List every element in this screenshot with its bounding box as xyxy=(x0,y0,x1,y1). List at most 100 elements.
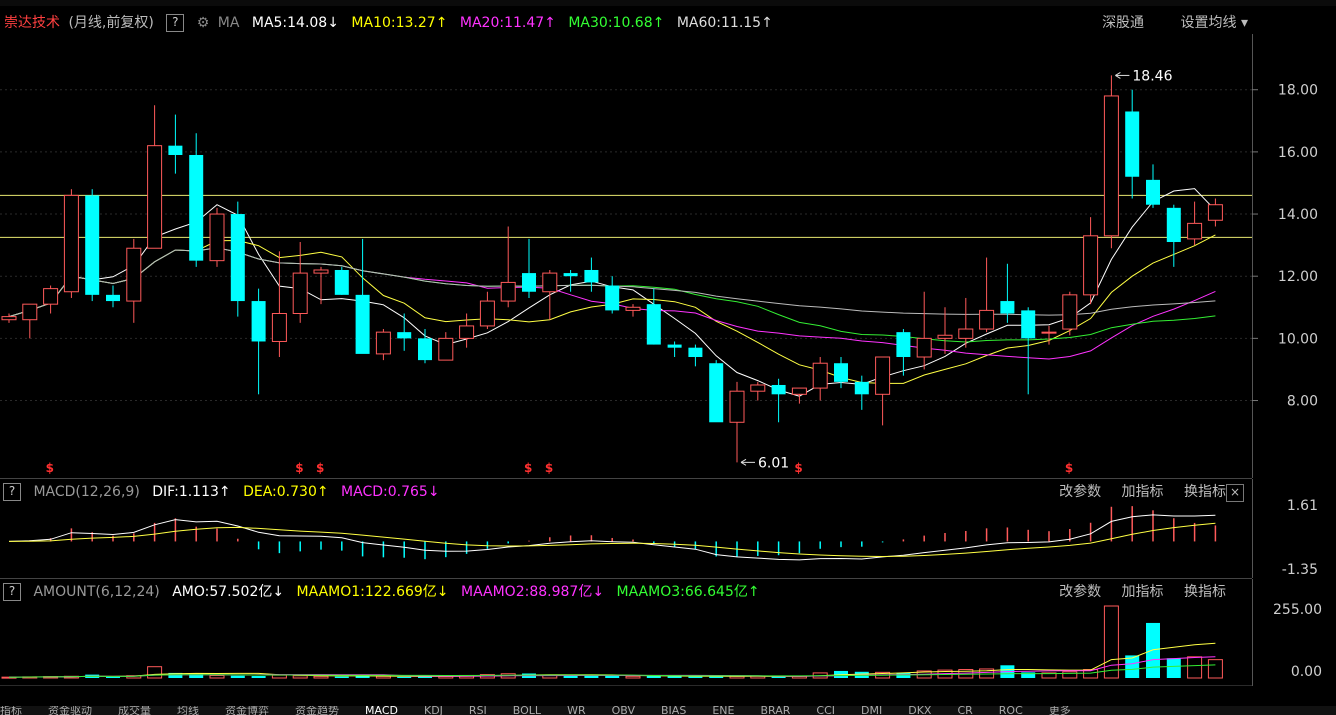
bottom-tab[interactable]: BIAS xyxy=(661,706,686,715)
candle-body xyxy=(85,195,100,295)
bottom-tab[interactable]: WR xyxy=(567,706,586,715)
candle-body xyxy=(750,384,766,392)
bottom-tab[interactable]: 资金博弈 xyxy=(225,706,269,715)
high-label: 18.46 xyxy=(1132,68,1172,84)
volume-bar xyxy=(1103,605,1119,679)
price-tick-label: 16.00 xyxy=(1278,145,1318,161)
amount-axis-top: 255.00 xyxy=(1273,602,1322,618)
volume-bar xyxy=(1166,658,1181,678)
bottom-tab[interactable]: 成交量 xyxy=(118,706,151,715)
candle-body xyxy=(979,309,995,330)
dividend-marker-icon: $ xyxy=(545,461,553,475)
candle-body xyxy=(1083,235,1099,296)
candle-body xyxy=(791,387,807,395)
price-tick-label: 10.00 xyxy=(1278,331,1318,347)
candle-body xyxy=(22,303,38,321)
dividend-marker-icon: $ xyxy=(316,461,324,475)
price-tick-label: 8.00 xyxy=(1287,394,1318,410)
candle-body xyxy=(292,272,308,314)
bottom-tab[interactable]: RSI xyxy=(469,706,487,715)
candle-body xyxy=(563,273,578,277)
dividend-marker-icon: $ xyxy=(295,461,303,475)
candle-body xyxy=(375,331,391,355)
volume-bar xyxy=(1207,659,1223,679)
price-tick-label: 18.00 xyxy=(1278,83,1318,99)
candle-body xyxy=(479,300,495,327)
volume-bar xyxy=(251,676,266,678)
amount-axis-bottom: 0.00 xyxy=(1291,664,1322,680)
bottom-tab[interactable]: KDJ xyxy=(424,706,443,715)
bottom-tab[interactable]: DKX xyxy=(908,706,931,715)
volume-bar xyxy=(1062,671,1078,679)
volume-bar xyxy=(334,676,349,678)
bottom-tab[interactable]: 资金趋势 xyxy=(295,706,339,715)
candle-body xyxy=(1166,207,1181,243)
candle-body xyxy=(709,363,724,423)
candle-body xyxy=(126,247,142,302)
low-label: 6.01 xyxy=(758,455,789,471)
bottom-tab[interactable]: CR xyxy=(957,706,972,715)
candle-body xyxy=(605,285,620,311)
candle-body xyxy=(43,288,59,305)
candle-body xyxy=(209,213,225,262)
volume-bar xyxy=(209,674,225,679)
candle-body xyxy=(771,384,786,395)
dividend-marker-icon: $ xyxy=(46,461,54,475)
bottom-tab[interactable]: MACD xyxy=(365,706,398,715)
candle-body xyxy=(729,390,745,423)
volume-bar xyxy=(230,675,245,678)
volume-bar xyxy=(397,676,412,678)
price-tick-label: 14.00 xyxy=(1278,207,1318,223)
bottom-tab[interactable]: OBV xyxy=(612,706,635,715)
bottom-tab[interactable]: 指标 xyxy=(0,706,22,715)
candle-body xyxy=(916,337,932,358)
candle-body xyxy=(355,294,370,354)
candle-body xyxy=(584,269,599,283)
bottom-tab[interactable]: 资金驱动 xyxy=(48,706,92,715)
dividend-marker-icon: $ xyxy=(524,461,532,475)
candle-body xyxy=(896,332,911,358)
candle-body xyxy=(1041,331,1057,334)
candle-body xyxy=(625,306,641,311)
bottom-tab[interactable]: BOLL xyxy=(513,706,541,715)
candle-body xyxy=(812,362,828,389)
candle-body xyxy=(1103,95,1119,237)
candle-body xyxy=(500,281,516,302)
bottom-tab[interactable]: DMI xyxy=(861,706,882,715)
bottom-tab[interactable]: BRAR xyxy=(760,706,790,715)
candle-body xyxy=(147,145,163,249)
bottom-indicator-tabs: 指标 资金驱动 成交量 均线 资金博弈 资金趋势 MACD KDJ RSI BOLL WR OBV BI… xyxy=(0,706,1336,715)
volume-bar xyxy=(688,676,703,678)
candle-body xyxy=(1207,204,1223,221)
candle-body xyxy=(1062,294,1078,330)
bottom-tab[interactable]: ROC xyxy=(999,706,1023,715)
candle-body xyxy=(875,356,891,395)
volume-bar xyxy=(147,666,163,679)
bottom-tab[interactable]: 更多 xyxy=(1049,706,1071,715)
macd-axis-top: 1.61 xyxy=(1287,498,1318,514)
kline-chart[interactable]: 18.00 16.00 14.00 12.00 10.00 8.00 18.46 6.01 $ $… xyxy=(0,0,1336,715)
candle-body xyxy=(1,316,17,321)
bottom-tab[interactable]: ENE xyxy=(712,706,734,715)
candle-body xyxy=(230,214,245,302)
volume-bar xyxy=(292,675,308,679)
candle-body xyxy=(958,328,974,339)
candle-body xyxy=(854,381,869,395)
candle-body xyxy=(1125,111,1140,177)
candle-body xyxy=(168,145,183,155)
volume-bar xyxy=(584,675,599,678)
volume-bar xyxy=(625,675,641,679)
volume-bar xyxy=(313,675,329,679)
maamo1-line xyxy=(8,642,1216,678)
dividend-marker-icon: $ xyxy=(1065,461,1073,475)
candle-body xyxy=(1000,301,1015,314)
candle-body xyxy=(1187,222,1203,240)
candle-body xyxy=(542,272,558,293)
volume-bar xyxy=(605,676,620,678)
dif-line xyxy=(8,514,1216,561)
dividend-marker-icon: $ xyxy=(794,461,802,475)
bottom-tab[interactable]: 均线 xyxy=(177,706,199,715)
bottom-tab[interactable]: CCI xyxy=(816,706,835,715)
candle-body xyxy=(522,273,536,292)
candle-body xyxy=(313,269,329,274)
